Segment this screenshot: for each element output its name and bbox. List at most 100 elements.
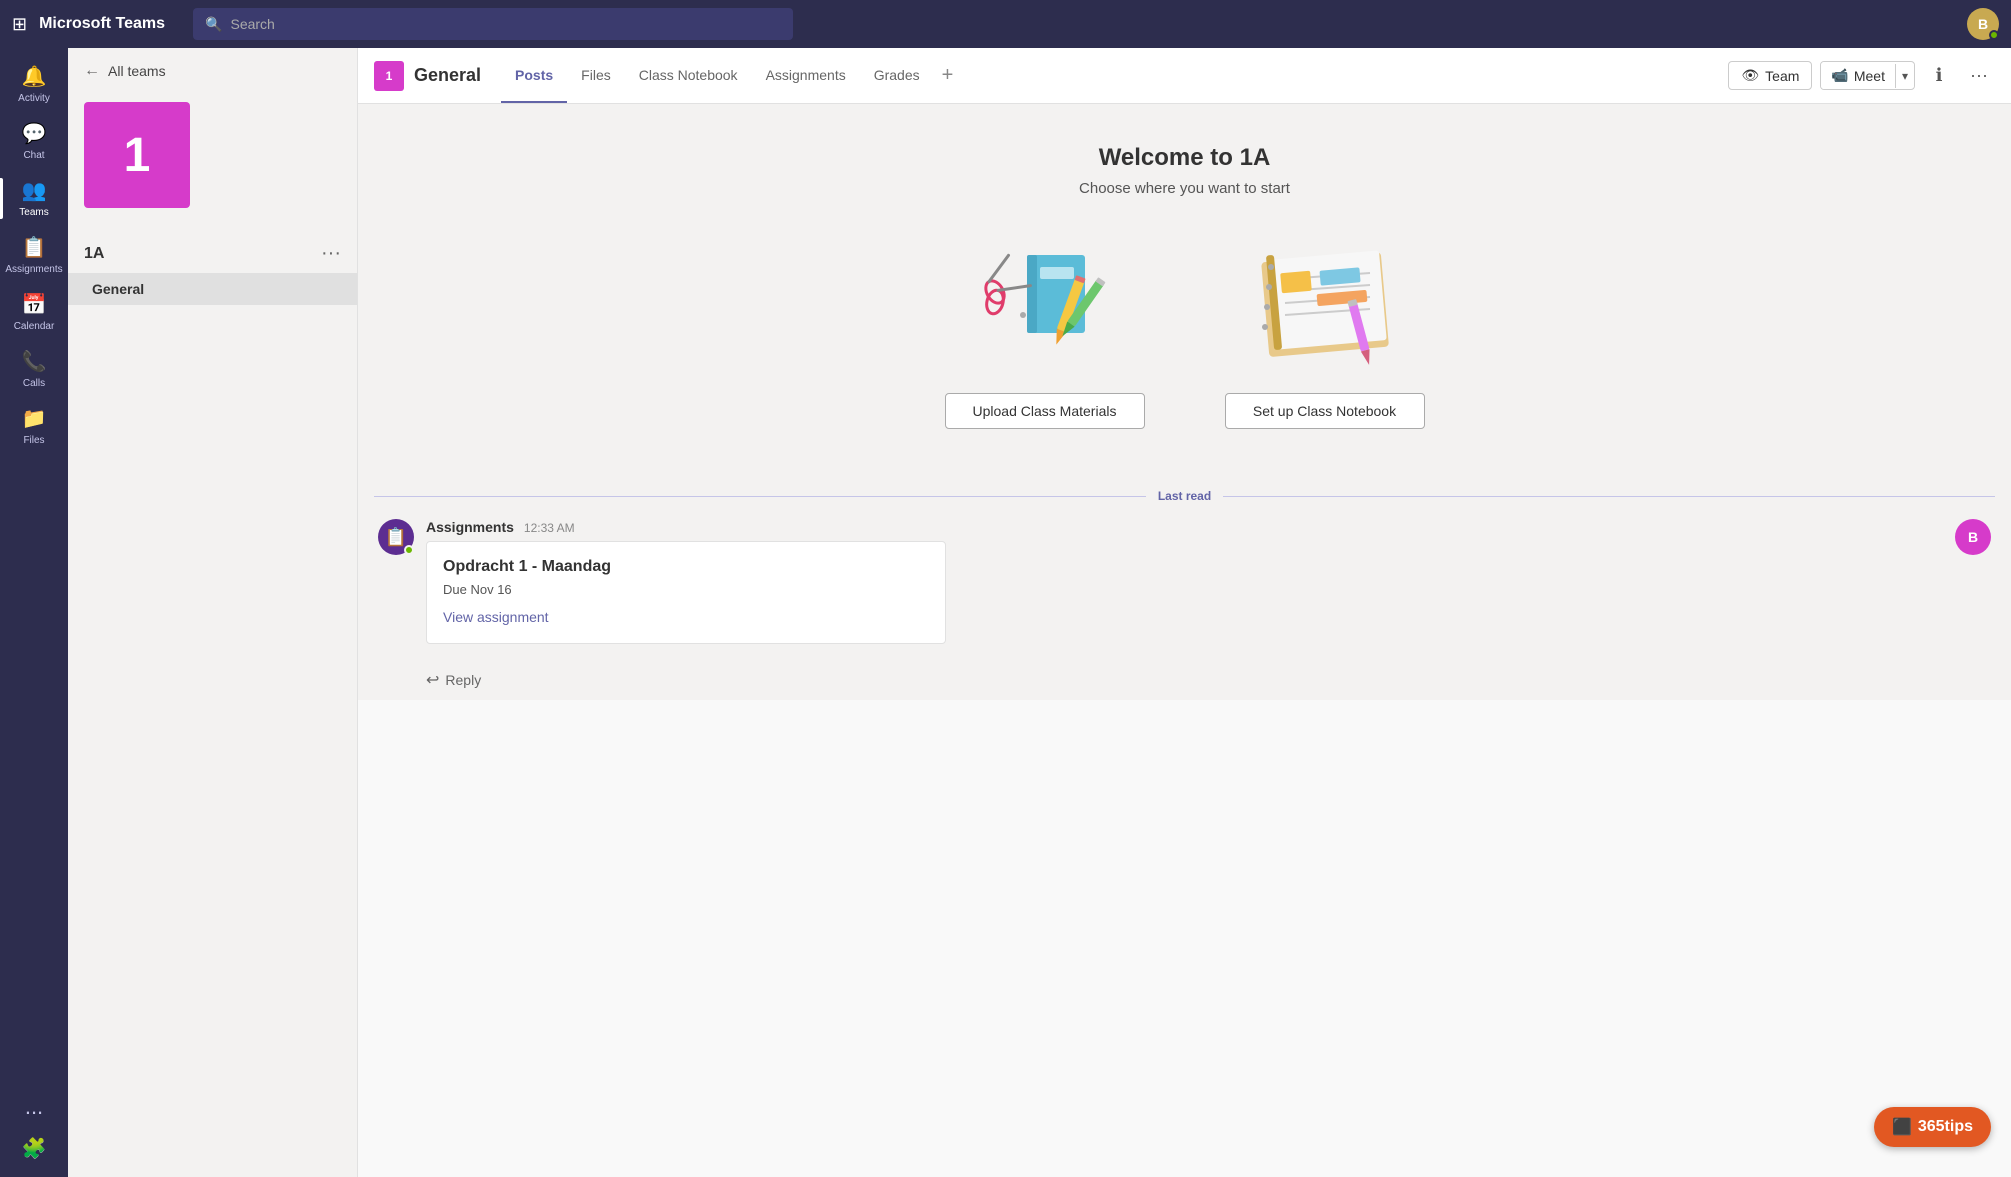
tab-grades[interactable]: Grades (860, 48, 934, 103)
setup-notebook-button[interactable]: Set up Class Notebook (1225, 393, 1425, 429)
sidebar-item-teams[interactable]: 👥 Teams (0, 170, 68, 227)
sidebar-item-files[interactable]: 📁 Files (0, 398, 68, 455)
channel-label-general: General (92, 281, 144, 297)
avatar[interactable]: B (1967, 8, 1999, 40)
tab-posts[interactable]: Posts (501, 48, 567, 103)
last-read-line-left (374, 496, 1146, 497)
sidebar-item-calls[interactable]: 📞 Calls (0, 341, 68, 398)
team-name: 1A (84, 245, 104, 263)
sidebar-label-files: Files (23, 435, 44, 447)
team-header: 1 (68, 94, 357, 234)
meet-dropdown: 📹 Meet ▾ (1820, 61, 1915, 90)
message-right-avatar: B (1955, 519, 1991, 555)
search-input[interactable] (230, 16, 781, 32)
activity-icon: 🔔 (22, 64, 47, 89)
message-time: 12:33 AM (524, 521, 575, 535)
search-bar[interactable]: 🔍 (193, 8, 793, 40)
sidebar-item-calendar[interactable]: 📅 Calendar (0, 284, 68, 341)
more-options-button[interactable]: ··· (1963, 60, 1995, 92)
grid-icon[interactable]: ⊞ (12, 14, 27, 35)
info-icon: ℹ (1936, 65, 1943, 86)
back-all-teams-button[interactable]: ← All teams (68, 48, 357, 94)
sidebar-label-activity: Activity (18, 93, 50, 105)
welcome-cards: Upload Class Materials (945, 237, 1425, 429)
notebook-illustration (1245, 237, 1405, 377)
meet-dropdown-arrow[interactable]: ▾ (1895, 64, 1914, 88)
team-view-icon: 👁 (1741, 67, 1759, 84)
welcome-subtitle: Choose where you want to start (1079, 180, 1290, 197)
search-icon: 🔍 (205, 16, 222, 33)
notebook-card: Set up Class Notebook (1225, 237, 1425, 429)
info-button[interactable]: ℹ (1923, 60, 1955, 92)
app-title: Microsoft Teams (39, 15, 165, 33)
assignment-title: Opdracht 1 - Maandag (443, 558, 929, 576)
channel-name: General (414, 65, 481, 86)
channel-tabs: Posts Files Class Notebook Assignments G… (501, 48, 961, 103)
avatar-status-dot (1989, 30, 1999, 40)
team-more-button[interactable]: ··· (321, 242, 341, 265)
sidebar-label-calendar: Calendar (14, 321, 55, 333)
last-read-divider: Last read (358, 489, 2011, 503)
reply-label: Reply (445, 672, 481, 688)
team-view-button[interactable]: 👁 Team (1728, 61, 1812, 90)
more-options-icon: ··· (1970, 65, 1988, 86)
message-card: Opdracht 1 - Maandag Due Nov 16 View ass… (426, 541, 946, 644)
sidebar-label-assignments: Assignments (5, 264, 62, 276)
message-avatar-dot (404, 545, 414, 555)
message-header: Assignments 12:33 AM (426, 519, 1943, 535)
welcome-section: Welcome to 1A Choose where you want to s… (358, 104, 2011, 489)
calls-icon: 📞 (22, 349, 47, 374)
messages-area: 📋 Assignments 12:33 AM Opdracht 1 - Maan… (358, 503, 2011, 660)
badge-365tips[interactable]: ⬛ 365tips (1874, 1107, 1991, 1147)
channel-badge: 1 (374, 61, 404, 91)
sidebar-label-chat: Chat (23, 150, 44, 162)
back-arrow-icon: ← (84, 62, 100, 80)
main-content: 1 General Posts Files Class Notebook Ass… (358, 48, 2011, 1177)
sidebar-item-assignments[interactable]: 📋 Assignments (0, 227, 68, 284)
assignments-icon: 📋 (22, 235, 47, 260)
channel-item-general[interactable]: General (68, 273, 357, 305)
upload-illustration (965, 237, 1125, 377)
chat-icon: 💬 (22, 121, 47, 146)
sidebar-item-apps[interactable]: 🧩 (0, 1128, 68, 1169)
message-avatar: 📋 (378, 519, 414, 555)
team-badge: 1 (84, 102, 190, 208)
team-name-row: 1A ··· (68, 234, 357, 273)
message-row: 📋 Assignments 12:33 AM Opdracht 1 - Maan… (378, 519, 1991, 644)
message-body: Assignments 12:33 AM Opdracht 1 - Maanda… (426, 519, 1943, 644)
meet-button[interactable]: 📹 Meet (1821, 62, 1895, 89)
upload-materials-button[interactable]: Upload Class Materials (945, 393, 1145, 429)
files-icon: 📁 (22, 406, 47, 431)
sidebar-item-activity[interactable]: 🔔 Activity (0, 56, 68, 113)
topbar: ⊞ Microsoft Teams 🔍 B (0, 0, 2011, 48)
meet-icon: 📹 (1831, 67, 1848, 84)
reply-row[interactable]: ↩ Reply (358, 660, 2011, 700)
assignment-due: Due Nov 16 (443, 582, 929, 597)
teams-icon: 👥 (22, 178, 47, 203)
sidebar-label-calls: Calls (23, 378, 45, 390)
view-assignment-button[interactable]: View assignment (443, 609, 549, 625)
message-sender: Assignments (426, 519, 514, 535)
badge-office-icon: ⬛ (1892, 1117, 1912, 1137)
sidebar-more-button[interactable]: ... (0, 1086, 68, 1128)
content-area: Welcome to 1A Choose where you want to s… (358, 104, 2011, 1177)
tab-files[interactable]: Files (567, 48, 625, 103)
header-right: 👁 Team 📹 Meet ▾ ℹ ··· (1728, 60, 1995, 92)
calendar-icon: 📅 (22, 292, 47, 317)
apps-icon: 🧩 (22, 1136, 47, 1161)
last-read-line-right (1223, 496, 1995, 497)
channel-header: 1 General Posts Files Class Notebook Ass… (358, 48, 2011, 104)
sidebar: 🔔 Activity 💬 Chat 👥 Teams 📋 Assignments … (0, 48, 68, 1177)
last-read-label: Last read (1158, 489, 1211, 503)
reply-icon: ↩ (426, 670, 439, 690)
main-layout: 🔔 Activity 💬 Chat 👥 Teams 📋 Assignments … (0, 48, 2011, 1177)
upload-card: Upload Class Materials (945, 237, 1145, 429)
tab-class-notebook[interactable]: Class Notebook (625, 48, 752, 103)
tab-assignments[interactable]: Assignments (752, 48, 860, 103)
back-all-teams-label: All teams (108, 63, 166, 79)
sidebar-label-teams: Teams (19, 207, 48, 219)
sidebar-item-chat[interactable]: 💬 Chat (0, 113, 68, 170)
badge-label: 365tips (1918, 1118, 1973, 1136)
welcome-title: Welcome to 1A (1099, 144, 1271, 172)
add-tab-button[interactable]: + (934, 48, 962, 103)
